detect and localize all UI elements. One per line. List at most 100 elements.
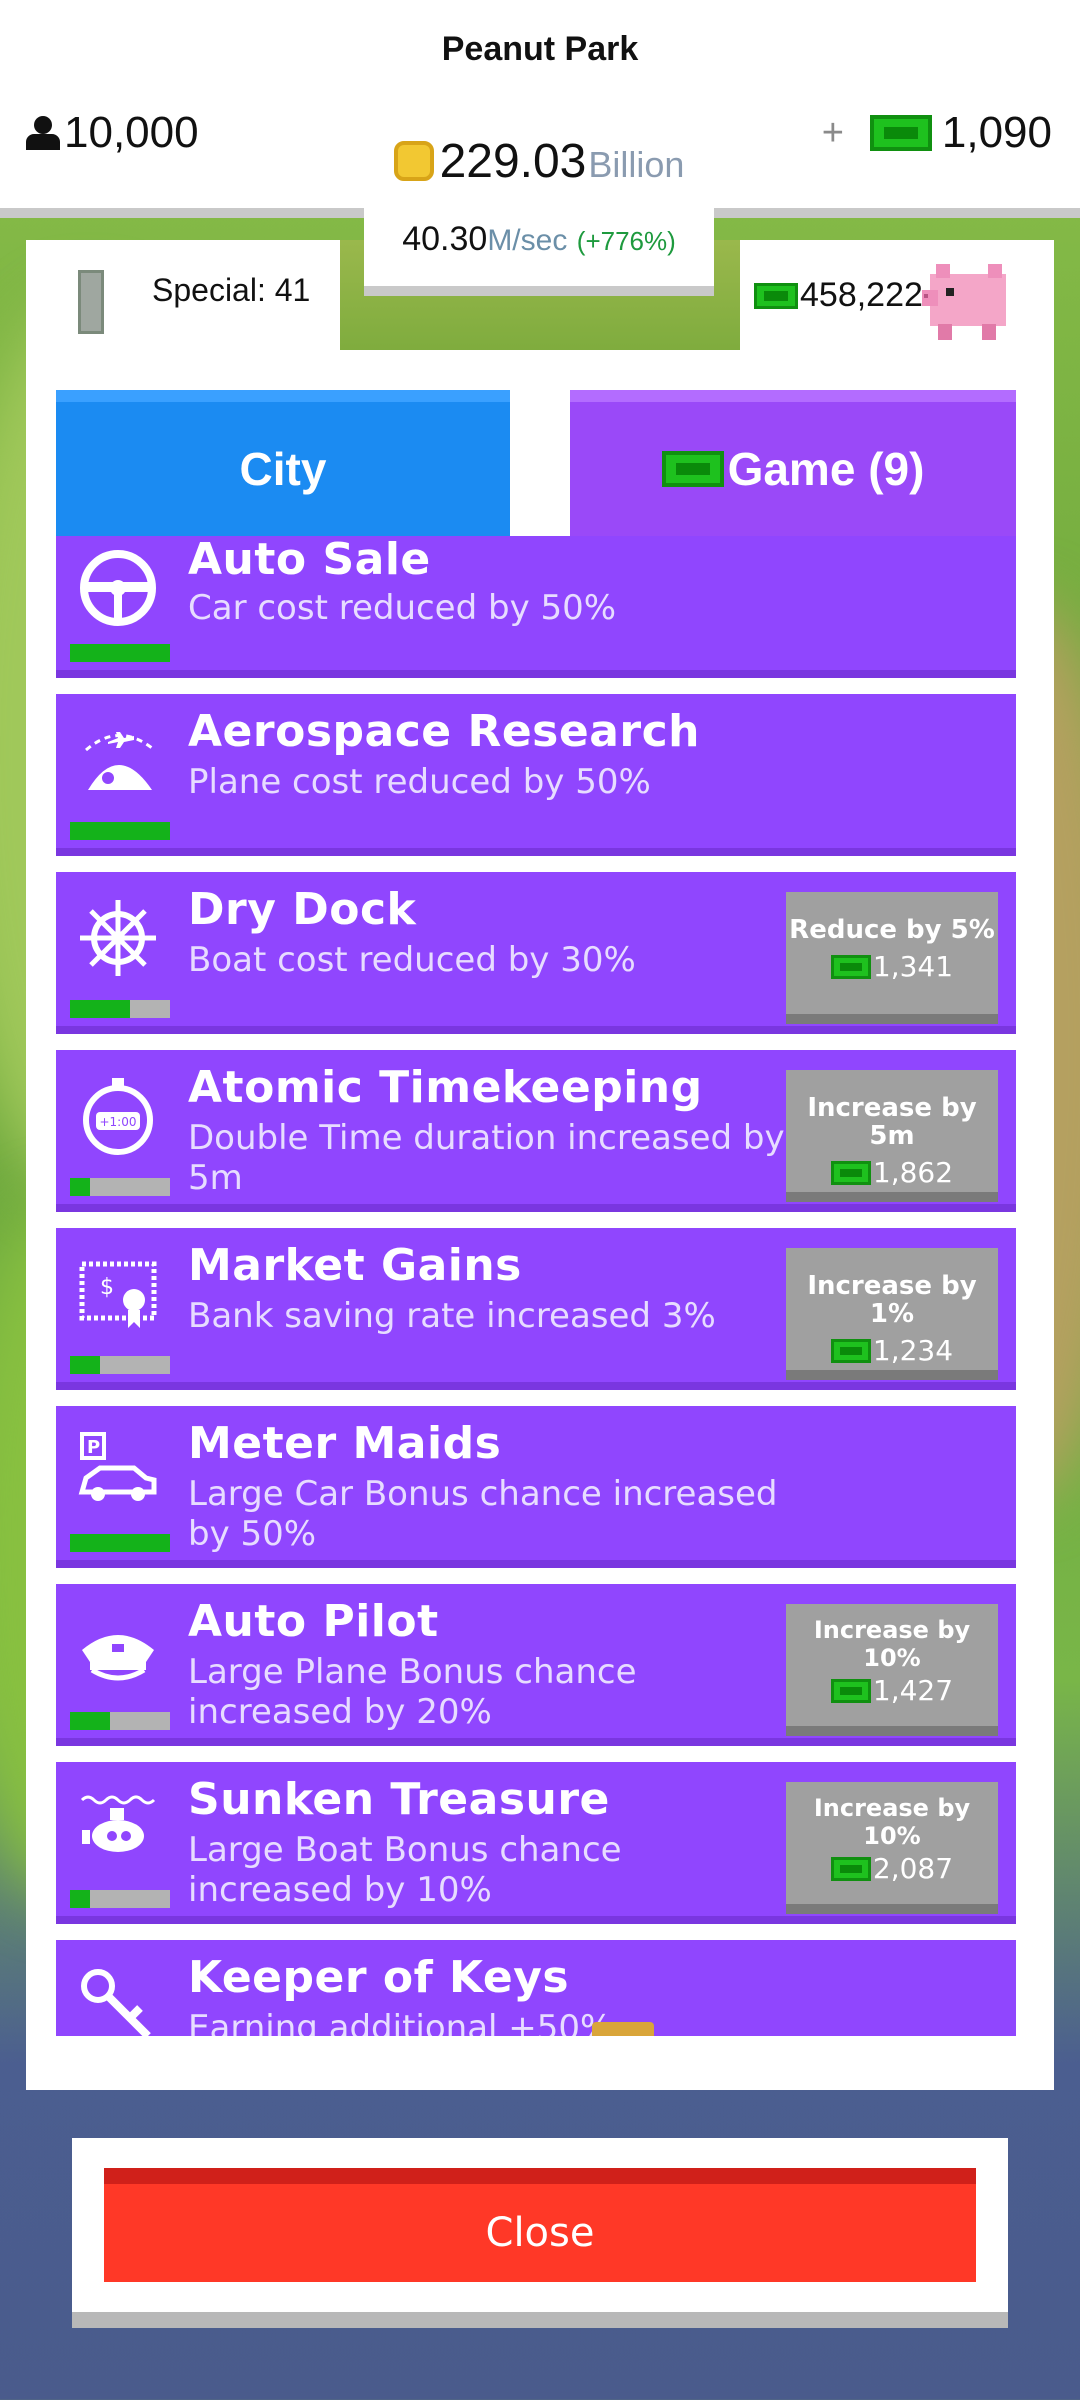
item-title: Market Gains <box>188 1240 522 1291</box>
upgrade-button[interactable]: Increase by 10% 2,087 <box>786 1782 998 1914</box>
upgrade-cost: 1,862 <box>786 1156 998 1189</box>
tab-game[interactable]: Game (9) <box>570 390 1016 536</box>
progress-fill <box>70 1712 110 1730</box>
rate-value: 40.30 <box>402 220 488 258</box>
tab-city[interactable]: City <box>56 390 510 536</box>
item-desc: Plane cost reduced by 50% <box>188 762 651 802</box>
progress-bar <box>70 1178 170 1196</box>
cash-icon <box>661 451 724 487</box>
plane-globe-icon <box>85 732 153 790</box>
coin-icon <box>393 141 434 181</box>
progress-fill <box>70 822 170 840</box>
item-desc: Earning additional +50% <box>188 2008 613 2036</box>
progress-fill <box>70 1890 90 1908</box>
upgrade-label: Increase by 10% <box>813 1616 971 1672</box>
upgrade-button[interactable]: Increase by 1% 1,234 <box>786 1248 998 1380</box>
item-desc: Large Boat Bonus chance increased by 10% <box>188 1830 622 1910</box>
upgrade-button[interactable]: Increase by 10% 1,427 <box>786 1604 998 1736</box>
stopwatch-icon: +1:00 <box>83 1078 153 1155</box>
upgrade-label: Increase by 5m <box>807 1093 977 1151</box>
bank-cash-value: 458,222 <box>800 276 923 314</box>
close-button[interactable]: Close <box>104 2168 976 2282</box>
item-desc: Bank saving rate increased 3% <box>188 1296 716 1336</box>
progress-bar <box>70 1000 170 1018</box>
item-title: Dry Dock <box>188 884 417 935</box>
upgrade-button[interactable]: Increase by 5m 1,862 <box>786 1070 998 1202</box>
rate-unit: M/sec <box>487 224 568 257</box>
list-item: Auto Pilot Large Plane Bonus chance incr… <box>56 1584 1016 1746</box>
progress-bar <box>70 644 170 662</box>
coin-value: 229.03 <box>439 135 587 188</box>
item-title: Auto Sale <box>188 536 431 585</box>
piggy-bank-icon[interactable] <box>918 254 1018 344</box>
list-item: P Meter Maids Large Car Bonus chance inc… <box>56 1406 1016 1568</box>
progress-bar <box>70 1890 170 1908</box>
item-title: Atomic Timekeeping <box>188 1062 703 1113</box>
upgrade-button[interactable]: Reduce by 5% 1,341 <box>786 892 998 1024</box>
tab-game-label: Game (9) <box>727 443 925 495</box>
progress-fill <box>70 1178 90 1196</box>
list-item: +1:00 Atomic Timekeeping Double Time dur… <box>56 1050 1016 1212</box>
progress-fill <box>70 644 170 662</box>
upgrade-cost-value: 1,862 <box>872 1156 954 1189</box>
parking-car-icon: P <box>78 1432 157 1501</box>
cash-icon <box>754 282 798 309</box>
gold-key-icon <box>592 2022 654 2036</box>
coin-total: 229.03 Billion <box>364 134 714 189</box>
svg-text:+1:00: +1:00 <box>99 1115 136 1129</box>
add-cash-button[interactable]: + <box>822 112 844 155</box>
item-title: Aerospace Research <box>188 706 700 757</box>
item-title: Auto Pilot <box>188 1596 439 1647</box>
population-display: 10,000 <box>26 108 199 158</box>
submarine-icon <box>80 1795 156 1852</box>
item-desc: Car cost reduced by 50% <box>188 588 617 628</box>
item-title: Keeper of Keys <box>188 1952 570 2003</box>
progress-bar <box>70 1356 170 1374</box>
rate-change: (+776%) <box>576 226 676 256</box>
upgrade-list[interactable]: Auto Sale Car cost reduced by 50% Aerosp… <box>56 536 1016 2036</box>
person-icon <box>26 116 60 150</box>
robot-icon <box>78 270 104 334</box>
progress-bar <box>70 1712 170 1730</box>
upgrade-cost: 1,427 <box>786 1674 998 1707</box>
cash-icon <box>830 1856 871 1881</box>
certificate-icon: $ <box>79 1261 157 1328</box>
svg-text:$: $ <box>100 1275 114 1300</box>
bank-cash-display: 458,222 <box>754 276 923 315</box>
cash-icon <box>869 115 932 151</box>
upgrade-cost-value: 2,087 <box>872 1852 954 1885</box>
upgrade-cost-value: 1,341 <box>872 950 954 983</box>
upgrade-cost-value: 1,427 <box>872 1674 954 1707</box>
ship-wheel-icon <box>80 900 156 976</box>
item-desc: Large Car Bonus chance increased by 50% <box>188 1474 778 1554</box>
cash-icon <box>830 954 871 979</box>
cash-display[interactable]: + 1,090 <box>822 108 1052 158</box>
upgrade-cost-value: 1,234 <box>872 1334 954 1367</box>
upgrade-cost: 2,087 <box>786 1852 998 1885</box>
upgrade-cost: 1,341 <box>786 950 998 983</box>
income-rate: 40.30M/sec (+776%) <box>364 220 714 259</box>
coin-panel: 229.03 Billion 40.30M/sec (+776%) <box>364 120 714 296</box>
key-icon <box>81 1969 151 2036</box>
piggy-bank-box[interactable]: 458,222 <box>740 240 1054 350</box>
list-item: Keeper of Keys Earning additional +50% <box>56 1940 1016 2036</box>
progress-fill <box>70 1534 170 1552</box>
progress-bar <box>70 1534 170 1552</box>
progress-fill <box>70 1000 130 1018</box>
item-desc: Large Plane Bonus chance increased by 20… <box>188 1652 637 1732</box>
cash-value: 1,090 <box>941 108 1052 157</box>
svg-text:P: P <box>87 1437 100 1458</box>
list-item: Sunken Treasure Large Boat Bonus chance … <box>56 1762 1016 1924</box>
population-value: 10,000 <box>64 108 199 157</box>
cash-icon <box>830 1338 871 1363</box>
upgrade-label: Increase by 1% <box>807 1271 977 1329</box>
item-title: Meter Maids <box>188 1418 502 1469</box>
pilot-hat-icon <box>82 1635 154 1681</box>
list-item: $ Market Gains Bank saving rate increase… <box>56 1228 1016 1390</box>
upgrade-label: Increase by 10% <box>813 1794 971 1850</box>
progress-fill <box>70 1356 100 1374</box>
cash-icon <box>830 1678 871 1703</box>
park-name: Peanut Park <box>441 30 639 68</box>
steering-wheel-icon <box>80 550 156 626</box>
special-label: Special: 41 <box>152 272 311 308</box>
